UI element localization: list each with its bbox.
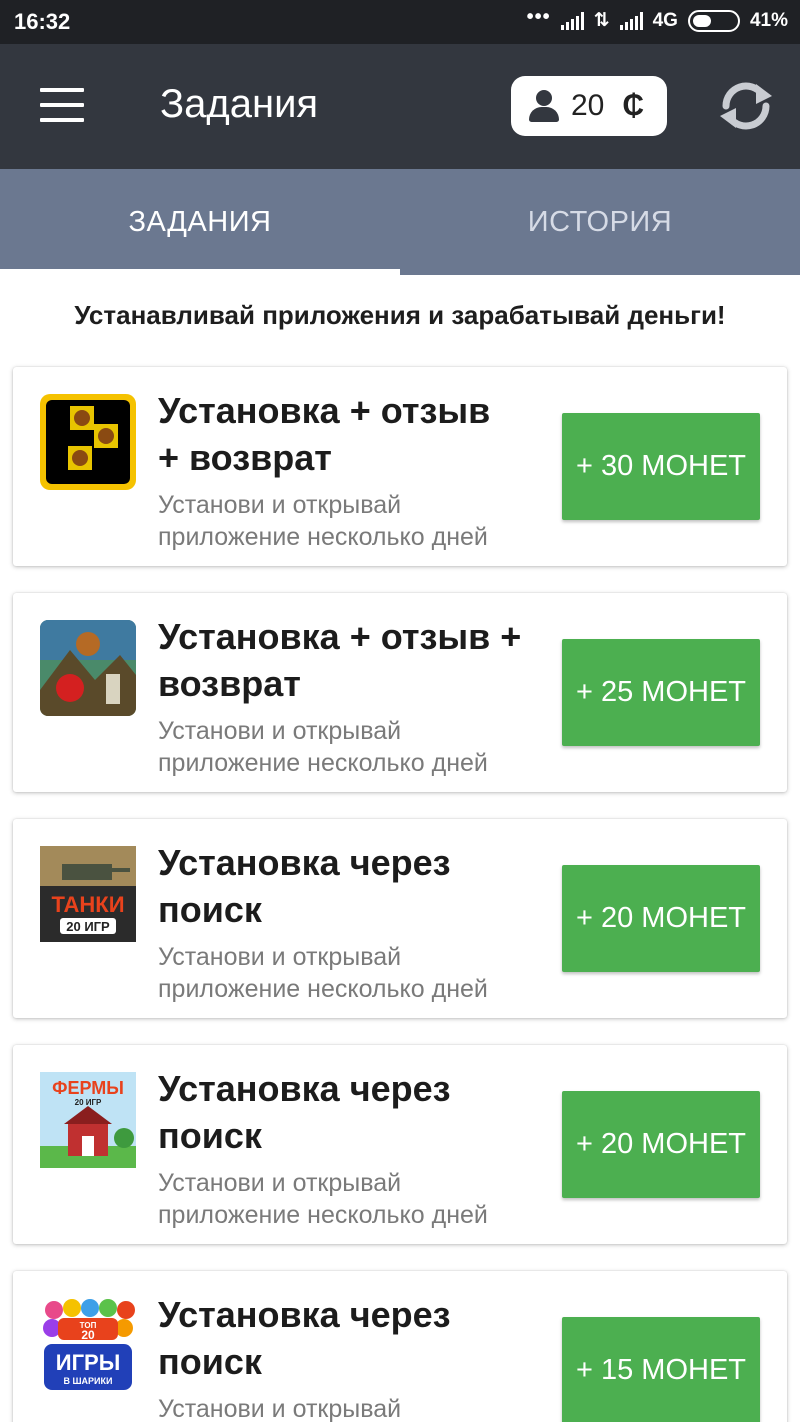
reward-button[interactable]: + 20 МОНЕТ: [562, 865, 760, 972]
task-description: Установи и открывай приложение несколько…: [158, 491, 488, 551]
monkey-puzzle-game-icon: [40, 394, 136, 490]
active-tab-indicator: [0, 269, 400, 275]
task-card[interactable]: ТОП 20 ИГРЫ В ШАРИКИ Установка через пои…: [13, 1271, 787, 1422]
reward-button[interactable]: + 25 МОНЕТ: [562, 639, 760, 746]
tanks-logo-subtext: 20 ИГР: [66, 919, 110, 934]
signal-icon-2: [619, 11, 643, 30]
bubble-logo-number: 20: [81, 1328, 95, 1342]
reward-button[interactable]: + 20 МОНЕТ: [562, 1091, 760, 1198]
refresh-icon[interactable]: [716, 76, 776, 136]
bubble-games-icon: ТОП 20 ИГРЫ В ШАРИКИ: [40, 1298, 136, 1394]
farms-logo-subtext: 20 ИГР: [75, 1098, 102, 1107]
jungle-monkey-game-icon: [40, 620, 136, 716]
battery-icon: [687, 9, 740, 32]
app-bar: Задания 20 ₵: [0, 44, 800, 169]
status-bar: 16:32 ••• ⇅ 4G 41%: [0, 0, 800, 44]
task-description: Установи и открывай приложение несколько…: [158, 943, 488, 1003]
task-card[interactable]: ТАНКИ 20 ИГР Установка через поиск Устан…: [13, 819, 787, 1018]
farms-logo-text: ФЕРМЫ: [52, 1078, 124, 1098]
task-card[interactable]: Установка + отзыв + возврат Установи и о…: [13, 593, 787, 792]
bubble-logo-text: ИГРЫ: [56, 1350, 121, 1375]
tab-history[interactable]: ИСТОРИЯ: [400, 169, 800, 275]
coin-balance-badge[interactable]: 20 ₵: [511, 76, 667, 136]
more-notifications-icon: •••: [526, 6, 551, 28]
task-title: Установка через поиск: [158, 1068, 451, 1156]
coin-balance-value: 20: [571, 89, 605, 122]
tab-bar: ЗАДАНИЯ ИСТОРИЯ: [0, 169, 800, 275]
bubble-logo-subtext: В ШАРИКИ: [64, 1376, 113, 1386]
task-description: Установи и открывай приложение несколько…: [158, 1169, 488, 1229]
task-card[interactable]: Установка + отзыв + возврат Установи и о…: [13, 367, 787, 566]
task-description: Установи и открывай: [158, 1395, 402, 1422]
data-transfer-icon: ⇅: [593, 10, 610, 31]
reward-button[interactable]: + 15 МОНЕТ: [562, 1317, 760, 1422]
reward-button[interactable]: + 30 МОНЕТ: [562, 413, 760, 520]
task-description: Установи и открывай приложение несколько…: [158, 717, 488, 777]
tanks-game-icon: ТАНКИ 20 ИГР: [40, 846, 136, 942]
coin-icon: ₵: [622, 89, 645, 122]
user-icon: [529, 90, 559, 122]
tab-tasks[interactable]: ЗАДАНИЯ: [0, 169, 400, 275]
battery-level: 41%: [749, 9, 788, 31]
farms-game-icon: ФЕРМЫ 20 ИГР: [40, 1072, 136, 1168]
task-title: Установка через поиск: [158, 842, 451, 930]
task-title: Установка + отзыв + возврат: [158, 390, 491, 478]
task-title: Установка через поиск: [158, 1294, 451, 1382]
signal-icon: [560, 11, 584, 30]
subtitle: Устанавливай приложения и зарабатывай де…: [74, 300, 726, 330]
page-title: Задания: [160, 82, 319, 126]
tanks-logo-text: ТАНКИ: [51, 892, 124, 917]
menu-icon[interactable]: [40, 88, 84, 122]
network-type: 4G: [652, 9, 678, 31]
task-title: Установка + отзыв + возврат: [158, 616, 522, 704]
status-icons: ••• ⇅ 4G 41%: [526, 6, 788, 32]
status-time: 16:32: [14, 9, 71, 34]
task-card[interactable]: ФЕРМЫ 20 ИГР Установка через поиск Устан…: [13, 1045, 787, 1244]
